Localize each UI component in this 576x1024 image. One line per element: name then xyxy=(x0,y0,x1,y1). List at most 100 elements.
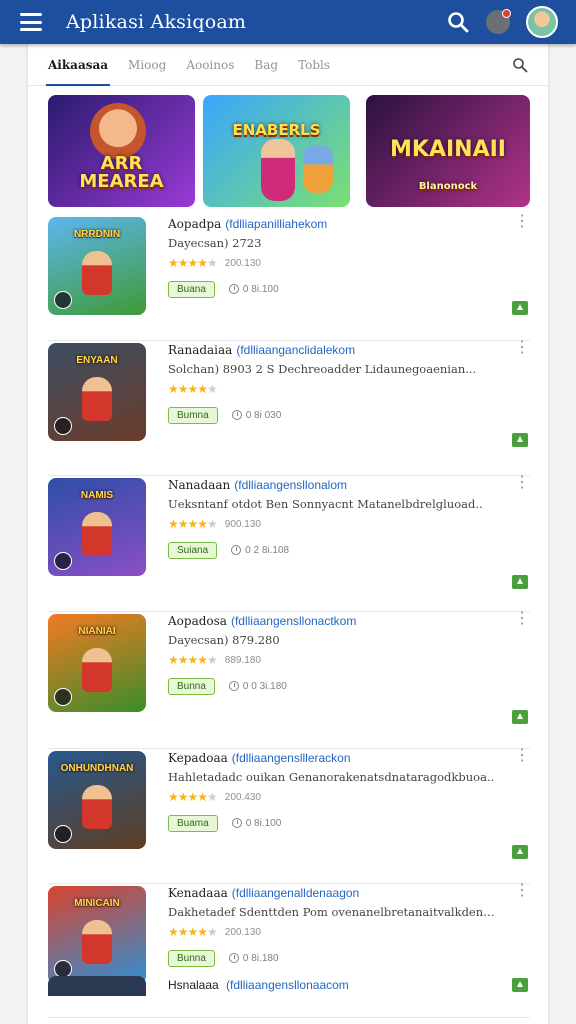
badge-icon xyxy=(54,291,72,309)
app-link[interactable]: (fdlliaangensllonalom xyxy=(234,478,347,492)
list-item[interactable]: MINICAIN Kenadaaa (fdlliaangenalldenaagon D… xyxy=(48,883,530,1018)
app-bar: Aplikasi Aksiqoam xyxy=(0,0,576,44)
list-item-partial: Hsnalaaa (fdlliaangensllonaacom xyxy=(48,976,548,996)
app-thumbnail[interactable] xyxy=(48,976,146,996)
app-thumbnail[interactable]: NAMIS xyxy=(48,478,146,576)
app-info: Aopadpa (fdlliapanilliahekom Dayecsan) 272… xyxy=(168,217,498,298)
meta-text: 0 8i 030 xyxy=(245,409,282,421)
hamburger-menu-icon[interactable] xyxy=(20,13,42,31)
download-icon[interactable] xyxy=(512,845,528,859)
tab-bar: Aikaasaa Mioog Aooinos Bag Tobls xyxy=(28,44,548,86)
app-thumbnail[interactable]: ENYAAN xyxy=(48,343,146,441)
thumbnail-title: NIANIAI xyxy=(78,626,116,637)
app-thumbnail[interactable]: NIANIAI xyxy=(48,614,146,712)
category-tag[interactable]: Bunna xyxy=(168,677,215,695)
list-item-title: Hsnalaaa (fdlliaangensllonaacom xyxy=(168,978,349,992)
search-icon[interactable] xyxy=(446,10,470,34)
app-link[interactable]: (fdlliaangenslllerackon xyxy=(232,751,351,765)
clock-icon xyxy=(228,953,239,963)
rating-value: 200.430 xyxy=(224,791,261,803)
category-tag[interactable]: Buana xyxy=(168,280,215,298)
download-icon[interactable] xyxy=(512,575,528,589)
star-rating-icon: ★★★★★ xyxy=(168,256,218,270)
download-icon[interactable] xyxy=(512,301,528,315)
banner-character xyxy=(303,145,333,193)
featured-banner[interactable]: ENABERLS xyxy=(203,95,350,207)
category-tag[interactable]: Buama xyxy=(168,814,218,832)
tab-home[interactable]: Aikaasaa xyxy=(45,58,111,86)
download-icon[interactable] xyxy=(512,710,528,724)
app-name: Ranadaiaa xyxy=(168,343,233,357)
list-item[interactable]: NRRDNIN Aopadpa (fdlliapanilliahekom Dayecs… xyxy=(48,214,530,341)
app-link[interactable]: (fdlliapanilliahekom xyxy=(225,217,327,231)
download-icon[interactable] xyxy=(512,433,528,447)
app-meta: 0 2 8i.108 xyxy=(231,545,289,556)
app-description: Dakhetadef Sdenttden Pom ovenanelbretana… xyxy=(168,905,498,919)
rating-value: 200.130 xyxy=(224,257,261,269)
rating-value: 889.180 xyxy=(224,654,261,666)
banner-title: ENABERLS xyxy=(232,121,321,139)
more-options-icon[interactable]: ⋮ xyxy=(514,748,530,767)
app-link[interactable]: (fdlliaanganclidalekom xyxy=(236,343,355,357)
list-item[interactable]: NIANIAI Aopadosa (fdlliaangensllonactkom Da… xyxy=(48,611,530,749)
featured-carousel: ARR MEAREA ENABERLS MKAINAII Blanonock xyxy=(48,95,530,207)
rating-row: ★★★★★ 200.130 xyxy=(168,925,498,939)
app-link[interactable]: (fdlliaangensllonactkom xyxy=(231,614,356,628)
list-item[interactable]: ENYAAN Ranadaiaa (fdlliaanganclidalekom Sol… xyxy=(48,340,530,476)
rating-row: ★★★★★ xyxy=(168,382,498,396)
tag-row: Buama 0 8i.100 xyxy=(168,814,498,832)
category-tag[interactable]: Bumna xyxy=(168,406,218,424)
app-thumbnail[interactable]: NRRDNIN xyxy=(48,217,146,315)
app-thumbnail[interactable]: MINICAIN xyxy=(48,886,146,984)
app-link[interactable]: (fdlliaangensllonaacom xyxy=(226,978,349,992)
app-description: Hahletadadc ouikan Genanorakenatsdnatara… xyxy=(168,770,495,784)
tab-4[interactable]: Bag xyxy=(254,58,278,72)
badge-icon xyxy=(54,688,72,706)
more-options-icon[interactable]: ⋮ xyxy=(514,475,530,494)
app-description: Solchan) 8903 2 S Dechreoadder Lidaunego… xyxy=(168,362,477,376)
banner-character xyxy=(90,103,146,159)
star-rating-icon: ★★★★★ xyxy=(168,790,218,804)
tab-3[interactable]: Aooinos xyxy=(186,58,234,72)
clock-icon xyxy=(231,545,242,555)
featured-banner[interactable]: ARR MEAREA xyxy=(48,95,195,207)
list-item[interactable]: ONHUNDHNAN Kepadoaa (fdlliaangensllleracko… xyxy=(48,748,530,884)
app-meta: 0 8i.100 xyxy=(231,818,281,829)
more-options-icon[interactable]: ⋮ xyxy=(514,214,530,233)
app-title-line: Kepadoaa (fdlliaangenslllerackon xyxy=(168,751,498,765)
tab-5[interactable]: Tobls xyxy=(298,58,330,72)
app-info: Nanadaan (fdlliaangensllonalom Ueksntanf o… xyxy=(168,478,498,559)
category-tag[interactable]: Suiana xyxy=(168,541,218,559)
meta-text: 0 8i.180 xyxy=(242,952,279,964)
tab-search-icon[interactable] xyxy=(512,57,528,73)
app-name: Aopadosa xyxy=(168,614,227,628)
app-info: Ranadaiaa (fdlliaanganclidalekom Solchan) … xyxy=(168,343,498,424)
category-tag[interactable]: Bunna xyxy=(168,949,215,967)
rating-value: 200.130 xyxy=(224,926,261,938)
app-title-line: Ranadaiaa (fdlliaanganclidalekom xyxy=(168,343,498,357)
rating-row: ★★★★★ 889.180 xyxy=(168,653,498,667)
app-description: Dayecsan) 2723 xyxy=(168,236,262,250)
app-title-line: Nanadaan (fdlliaangensllonalom xyxy=(168,478,498,492)
thumbnail-character xyxy=(82,251,112,295)
featured-banner[interactable]: MKAINAII Blanonock xyxy=(366,95,530,207)
app-info: Aopadosa (fdlliaangensllonactkom Dayecsan)… xyxy=(168,614,498,695)
app-name: Kenadaaa xyxy=(168,886,228,900)
rating-value: 900.130 xyxy=(224,518,261,530)
app-name: Aopadpa xyxy=(168,217,222,231)
tab-2[interactable]: Mioog xyxy=(128,58,166,72)
star-rating-icon: ★★★★★ xyxy=(168,653,218,667)
app-info: Kepadoaa (fdlliaangenslllerackon Hahletada… xyxy=(168,751,498,832)
more-options-icon[interactable]: ⋮ xyxy=(514,611,530,630)
clock-icon xyxy=(231,410,242,420)
app-title-line: Kenadaaa (fdlliaangenalldenaagon xyxy=(168,886,498,900)
user-avatar[interactable] xyxy=(526,6,558,38)
app-link[interactable]: (fdlliaangenalldenaagon xyxy=(232,886,359,900)
more-options-icon[interactable]: ⋮ xyxy=(514,883,530,902)
list-item[interactable]: NAMIS Nanadaan (fdlliaangensllonalom Ueksnt… xyxy=(48,475,530,612)
app-thumbnail[interactable]: ONHUNDHNAN xyxy=(48,751,146,849)
thumbnail-character xyxy=(82,377,112,421)
notification-icon[interactable] xyxy=(486,9,511,34)
star-rating-icon: ★★★★★ xyxy=(168,382,218,396)
more-options-icon[interactable]: ⋮ xyxy=(514,340,530,359)
